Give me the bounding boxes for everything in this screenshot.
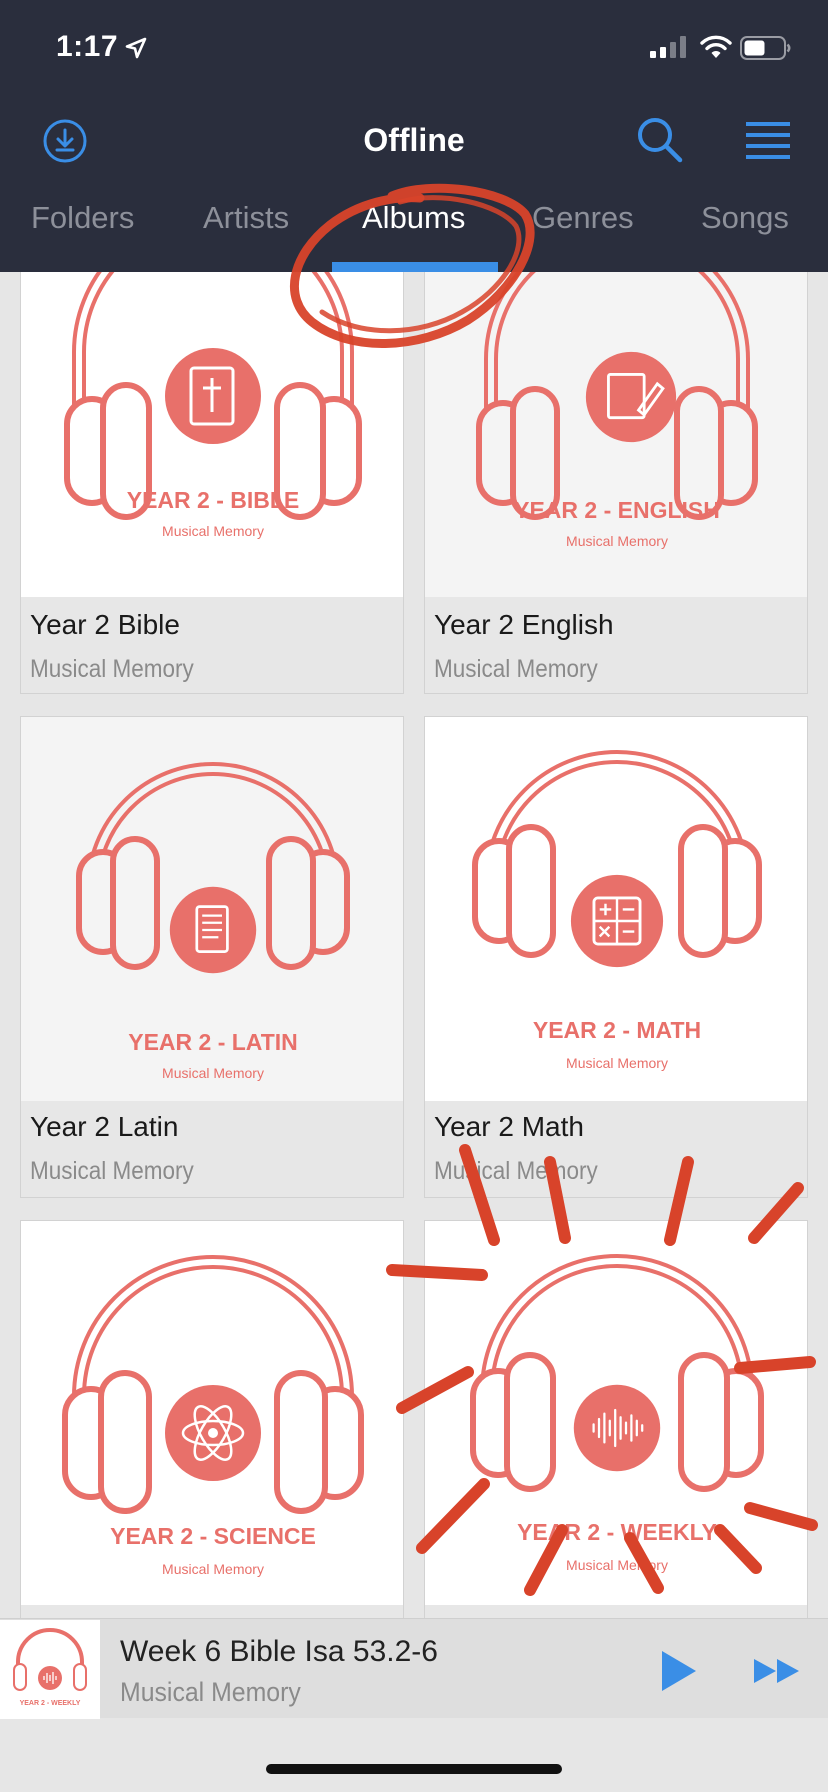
- art-heading: YEAR 2 - MATH: [532, 1017, 702, 1043]
- album-art: YEAR 2 - LATIN Musical Memory: [21, 717, 403, 1101]
- album-card-english[interactable]: YEAR 2 - ENGLISH Musical Memory Year 2 E…: [424, 250, 808, 694]
- home-indicator[interactable]: [266, 1764, 562, 1774]
- art-heading: YEAR 2 - SCIENCE: [110, 1523, 316, 1549]
- art-heading: YEAR 2 - LATIN: [128, 1029, 298, 1055]
- wifi-icon: [700, 35, 732, 58]
- active-tab-indicator: [332, 262, 498, 272]
- album-art: YEAR 2 - BIBLE Musical Memory: [21, 251, 403, 597]
- album-title: Year 2 Math: [434, 1111, 584, 1142]
- search-button[interactable]: [634, 114, 686, 166]
- album-title: Year 2 Latin: [30, 1111, 179, 1142]
- album-artist: Musical Memory: [434, 1157, 598, 1185]
- album-art: YEAR 2 - MATH Musical Memory: [425, 717, 807, 1101]
- app-header: 1:17 Offline Folders Artists Albums Genr…: [0, 0, 828, 272]
- album-artist: Musical Memory: [434, 655, 598, 683]
- bible-icon: [165, 348, 261, 444]
- album-card-bible[interactable]: YEAR 2 - BIBLE Musical Memory Year 2 Bib…: [20, 250, 404, 694]
- fast-forward-button[interactable]: [752, 1657, 802, 1685]
- album-artist: Musical Memory: [30, 655, 194, 683]
- menu-button[interactable]: [746, 120, 790, 160]
- art-subtitle: Musical Memory: [566, 533, 668, 549]
- tab-albums[interactable]: Albums: [362, 200, 465, 236]
- tab-songs[interactable]: Songs: [701, 200, 789, 236]
- album-title: Year 2 Bible: [30, 609, 180, 640]
- status-time: 1:17: [56, 30, 119, 63]
- album-art: YEAR 2 - WEEKLY Musical Memory: [425, 1221, 807, 1605]
- calculator-icon: [570, 874, 664, 968]
- now-playing-artwork: YEAR 2 - WEEKLY: [0, 1620, 100, 1719]
- battery-icon: [740, 36, 791, 60]
- album-title: Year 2 English: [434, 609, 614, 640]
- thumb-heading: YEAR 2 - WEEKLY: [19, 1700, 81, 1707]
- cellular-signal-icon: [650, 36, 686, 58]
- art-subtitle: Musical Memory: [162, 1065, 264, 1081]
- atom-icon: [165, 1385, 261, 1481]
- album-card-science[interactable]: YEAR 2 - SCIENCE Musical Memory: [20, 1220, 404, 1620]
- scroll-icon: [169, 886, 257, 974]
- play-button[interactable]: [658, 1649, 698, 1693]
- page-title: Offline: [363, 122, 465, 158]
- book-pencil-icon: [585, 351, 677, 443]
- bottom-safe-area: [0, 1720, 828, 1792]
- tab-genres[interactable]: Genres: [532, 200, 634, 236]
- art-subtitle: Musical Memory: [162, 1561, 264, 1577]
- album-artist: Musical Memory: [30, 1157, 194, 1185]
- art-heading: YEAR 2 - BIBLE: [126, 487, 300, 513]
- art-heading: YEAR 2 - ENGLISH: [514, 497, 720, 523]
- album-card-latin[interactable]: YEAR 2 - LATIN Musical Memory Year 2 Lat…: [20, 716, 404, 1198]
- art-heading: YEAR 2 - WEEKLY: [517, 1519, 717, 1545]
- now-playing-bar[interactable]: YEAR 2 - WEEKLY Week 6 Bible Isa 53.2-6 …: [0, 1618, 828, 1719]
- art-subtitle: Musical Memory: [566, 1055, 668, 1071]
- album-card-weekly[interactable]: YEAR 2 - WEEKLY Musical Memory: [424, 1220, 808, 1620]
- tab-folders[interactable]: Folders: [31, 200, 134, 236]
- album-art: YEAR 2 - ENGLISH Musical Memory: [425, 251, 807, 597]
- tab-artists[interactable]: Artists: [203, 200, 289, 236]
- art-subtitle: Musical Memory: [162, 523, 264, 539]
- soundwave-icon: [573, 1384, 661, 1472]
- now-playing-title: Week 6 Bible Isa 53.2-6: [120, 1635, 438, 1668]
- art-subtitle: Musical Memory: [566, 1557, 668, 1573]
- now-playing-artist: Musical Memory: [120, 1677, 301, 1707]
- location-arrow-icon: [125, 37, 147, 59]
- album-art: YEAR 2 - SCIENCE Musical Memory: [21, 1221, 403, 1605]
- album-card-math[interactable]: YEAR 2 - MATH Musical Memory Year 2 Math…: [424, 716, 808, 1198]
